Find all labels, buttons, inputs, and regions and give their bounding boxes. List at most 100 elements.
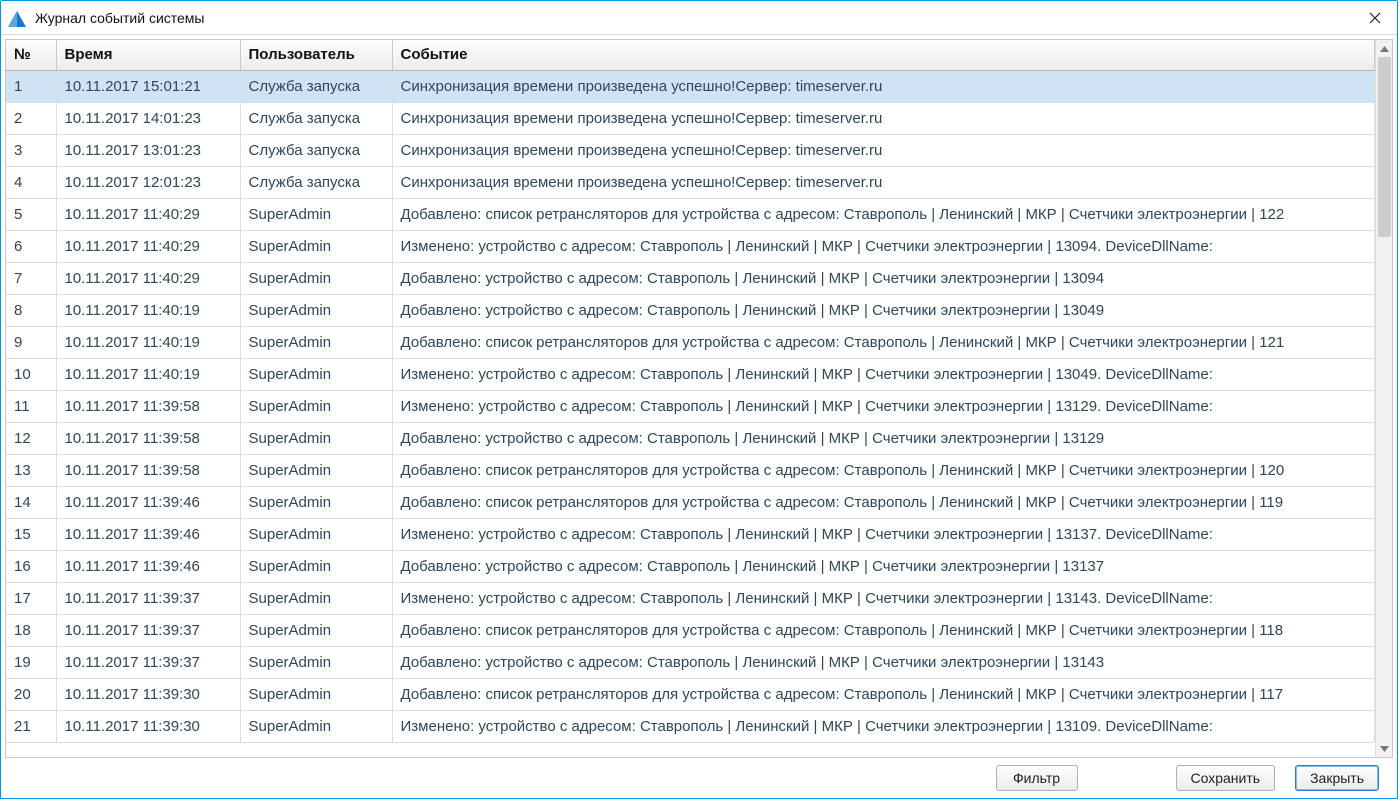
cell-num: 21 [6,710,56,742]
table-row[interactable]: 2010.11.2017 11:39:30SuperAdminДобавлено… [6,678,1375,710]
cell-time: 10.11.2017 11:39:58 [56,390,240,422]
cell-user: SuperAdmin [240,230,392,262]
cell-num: 18 [6,614,56,646]
cell-event: Изменено: устройство с адресом: Ставропо… [392,710,1375,742]
cell-time: 10.11.2017 11:39:37 [56,646,240,678]
table-row[interactable]: 1310.11.2017 11:39:58SuperAdminДобавлено… [6,454,1375,486]
table-row[interactable]: 1510.11.2017 11:39:46SuperAdminИзменено:… [6,518,1375,550]
table-row[interactable]: 1410.11.2017 11:39:46SuperAdminДобавлено… [6,486,1375,518]
cell-num: 3 [6,134,56,166]
footer-toolbar: Фильтр Сохранить Закрыть [5,758,1393,798]
table-row[interactable]: 710.11.2017 11:40:29SuperAdminДобавлено:… [6,262,1375,294]
cell-user: SuperAdmin [240,262,392,294]
window-title: Журнал событий системы [35,10,1353,26]
cell-user: SuperAdmin [240,454,392,486]
cell-num: 16 [6,550,56,582]
cell-event: Добавлено: список ретрансляторов для уст… [392,614,1375,646]
cell-user: SuperAdmin [240,486,392,518]
cell-num: 19 [6,646,56,678]
vertical-scrollbar[interactable] [1375,40,1392,757]
cell-num: 5 [6,198,56,230]
cell-time: 10.11.2017 11:40:19 [56,294,240,326]
cell-user: SuperAdmin [240,390,392,422]
cell-time: 10.11.2017 11:39:46 [56,518,240,550]
cell-user: Служба запуска [240,166,392,198]
table-header-row: № Время Пользователь Событие [6,40,1375,70]
table-row[interactable]: 410.11.2017 12:01:23Служба запускаСинхро… [6,166,1375,198]
table-row[interactable]: 110.11.2017 15:01:21Служба запускаСинхро… [6,70,1375,102]
cell-time: 10.11.2017 11:40:19 [56,326,240,358]
cell-user: SuperAdmin [240,710,392,742]
titlebar[interactable]: Журнал событий системы [1,1,1397,35]
table-scroll: № Время Пользователь Событие 110.11.2017… [6,40,1375,757]
cell-num: 8 [6,294,56,326]
table-row[interactable]: 1810.11.2017 11:39:37SuperAdminДобавлено… [6,614,1375,646]
col-header-event[interactable]: Событие [392,40,1375,70]
col-header-num[interactable]: № [6,40,56,70]
cell-time: 10.11.2017 13:01:23 [56,134,240,166]
cell-event: Изменено: устройство с адресом: Ставропо… [392,358,1375,390]
window-frame: Журнал событий системы № Время [0,0,1398,799]
cell-time: 10.11.2017 11:39:46 [56,486,240,518]
cell-user: SuperAdmin [240,358,392,390]
cell-num: 10 [6,358,56,390]
content-area: № Время Пользователь Событие 110.11.2017… [1,35,1397,798]
cell-num: 20 [6,678,56,710]
cell-event: Синхронизация времени произведена успешн… [392,166,1375,198]
table-container: № Время Пользователь Событие 110.11.2017… [5,39,1393,758]
table-row[interactable]: 1010.11.2017 11:40:19SuperAdminИзменено:… [6,358,1375,390]
table-row[interactable]: 610.11.2017 11:40:29SuperAdminИзменено: … [6,230,1375,262]
scroll-thumb[interactable] [1378,57,1391,237]
table-row[interactable]: 910.11.2017 11:40:19SuperAdminДобавлено:… [6,326,1375,358]
table-row[interactable]: 510.11.2017 11:40:29SuperAdminДобавлено:… [6,198,1375,230]
col-header-time[interactable]: Время [56,40,240,70]
scroll-track[interactable] [1376,57,1393,740]
cell-user: Служба запуска [240,102,392,134]
cell-num: 12 [6,422,56,454]
table-row[interactable]: 1710.11.2017 11:39:37SuperAdminИзменено:… [6,582,1375,614]
scroll-up-icon[interactable] [1376,40,1393,57]
cell-time: 10.11.2017 11:39:58 [56,422,240,454]
cell-num: 7 [6,262,56,294]
table-row[interactable]: 1110.11.2017 11:39:58SuperAdminИзменено:… [6,390,1375,422]
table-row[interactable]: 1210.11.2017 11:39:58SuperAdminДобавлено… [6,422,1375,454]
cell-event: Добавлено: список ретрансляторов для уст… [392,326,1375,358]
cell-event: Добавлено: устройство с адресом: Ставроп… [392,646,1375,678]
cell-event: Синхронизация времени произведена успешн… [392,102,1375,134]
window-close-button[interactable] [1353,1,1397,35]
cell-user: SuperAdmin [240,518,392,550]
cell-user: Служба запуска [240,134,392,166]
cell-event: Добавлено: устройство с адресом: Ставроп… [392,422,1375,454]
table-row[interactable]: 1910.11.2017 11:39:37SuperAdminДобавлено… [6,646,1375,678]
cell-event: Добавлено: список ретрансляторов для уст… [392,454,1375,486]
save-button[interactable]: Сохранить [1176,765,1276,791]
cell-user: SuperAdmin [240,326,392,358]
cell-num: 13 [6,454,56,486]
cell-user: Служба запуска [240,70,392,102]
cell-num: 6 [6,230,56,262]
col-header-user[interactable]: Пользователь [240,40,392,70]
cell-event: Добавлено: устройство с адресом: Ставроп… [392,262,1375,294]
cell-num: 9 [6,326,56,358]
cell-user: SuperAdmin [240,294,392,326]
cell-time: 10.11.2017 15:01:21 [56,70,240,102]
table-row[interactable]: 2110.11.2017 11:39:30SuperAdminИзменено:… [6,710,1375,742]
cell-user: SuperAdmin [240,614,392,646]
table-row[interactable]: 210.11.2017 14:01:23Служба запускаСинхро… [6,102,1375,134]
cell-time: 10.11.2017 11:40:19 [56,358,240,390]
cell-num: 17 [6,582,56,614]
filter-button[interactable]: Фильтр [996,765,1078,791]
cell-time: 10.11.2017 11:39:46 [56,550,240,582]
table-row[interactable]: 310.11.2017 13:01:23Служба запускаСинхро… [6,134,1375,166]
cell-num: 4 [6,166,56,198]
cell-time: 10.11.2017 11:40:29 [56,230,240,262]
cell-user: SuperAdmin [240,582,392,614]
cell-event: Изменено: устройство с адресом: Ставропо… [392,390,1375,422]
table-row[interactable]: 1610.11.2017 11:39:46SuperAdminДобавлено… [6,550,1375,582]
cell-event: Добавлено: список ретрансляторов для уст… [392,486,1375,518]
scroll-down-icon[interactable] [1376,740,1393,757]
cell-event: Синхронизация времени произведена успешн… [392,70,1375,102]
cell-event: Синхронизация времени произведена успешн… [392,134,1375,166]
table-row[interactable]: 810.11.2017 11:40:19SuperAdminДобавлено:… [6,294,1375,326]
close-button[interactable]: Закрыть [1295,765,1379,791]
